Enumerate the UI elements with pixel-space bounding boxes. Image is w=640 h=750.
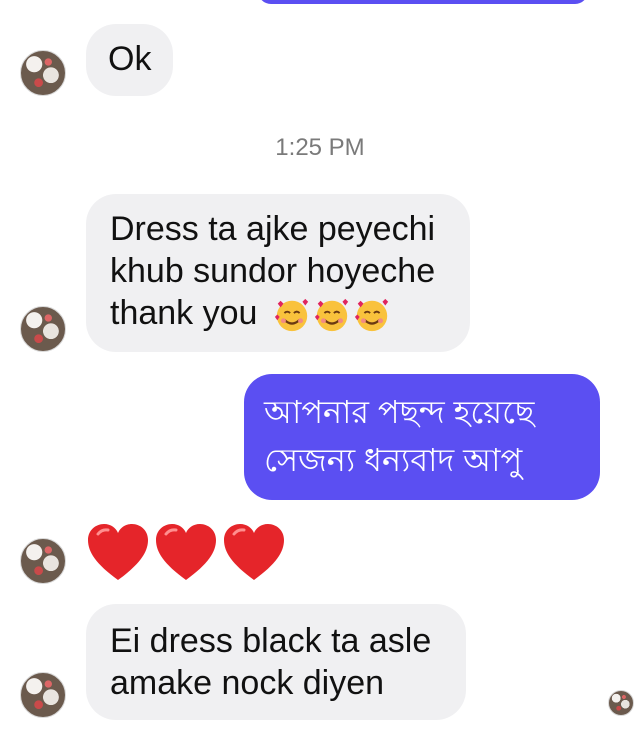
message-line: Dress ta ajke peyechi	[110, 210, 436, 248]
smiling-face-with-hearts-icon	[314, 298, 349, 332]
smiling-face-with-hearts-icon	[354, 298, 389, 332]
message-line: সেজন্য ধন্যবাদ আপু	[264, 442, 523, 478]
smiling-face-with-hearts-icon	[274, 298, 309, 332]
incoming-message-hearts[interactable]	[86, 522, 286, 584]
red-heart-icon	[88, 524, 148, 580]
incoming-message-dress[interactable]: Dress ta ajke peyechi khub sundor hoyech…	[86, 194, 470, 352]
seen-receipt-avatar	[608, 690, 634, 716]
contact-avatar[interactable]	[20, 672, 66, 718]
red-heart-icon	[156, 524, 216, 580]
chat-thread: Ok 1:25 PM Dress ta ajke peyechi khub su…	[0, 0, 640, 750]
incoming-message-ok[interactable]: Ok	[86, 24, 174, 96]
message-line: thank you	[110, 294, 258, 332]
emoji-group	[273, 296, 391, 334]
previous-outgoing-message[interactable]	[258, 0, 588, 4]
message-timestamp: 1:25 PM	[275, 134, 365, 161]
message-text: Ok	[108, 40, 152, 78]
red-heart-icon	[224, 524, 284, 580]
message-line: amake nock diyen	[110, 664, 385, 702]
message-line: Ei dress black ta asle	[110, 622, 432, 660]
contact-avatar[interactable]	[20, 538, 66, 584]
message-line-with-emoji: thank you	[110, 292, 446, 334]
incoming-message-request[interactable]: Ei dress black ta asle amake nock diyen	[86, 604, 466, 720]
contact-avatar[interactable]	[20, 50, 66, 96]
outgoing-message-reply[interactable]: আপনার পছন্দ হয়েছে সেজন্য ধন্যবাদ আপু	[244, 374, 600, 500]
contact-avatar[interactable]	[20, 306, 66, 352]
message-line: khub sundor hoyeche	[110, 252, 436, 290]
message-line: আপনার পছন্দ হয়েছে	[264, 394, 535, 430]
